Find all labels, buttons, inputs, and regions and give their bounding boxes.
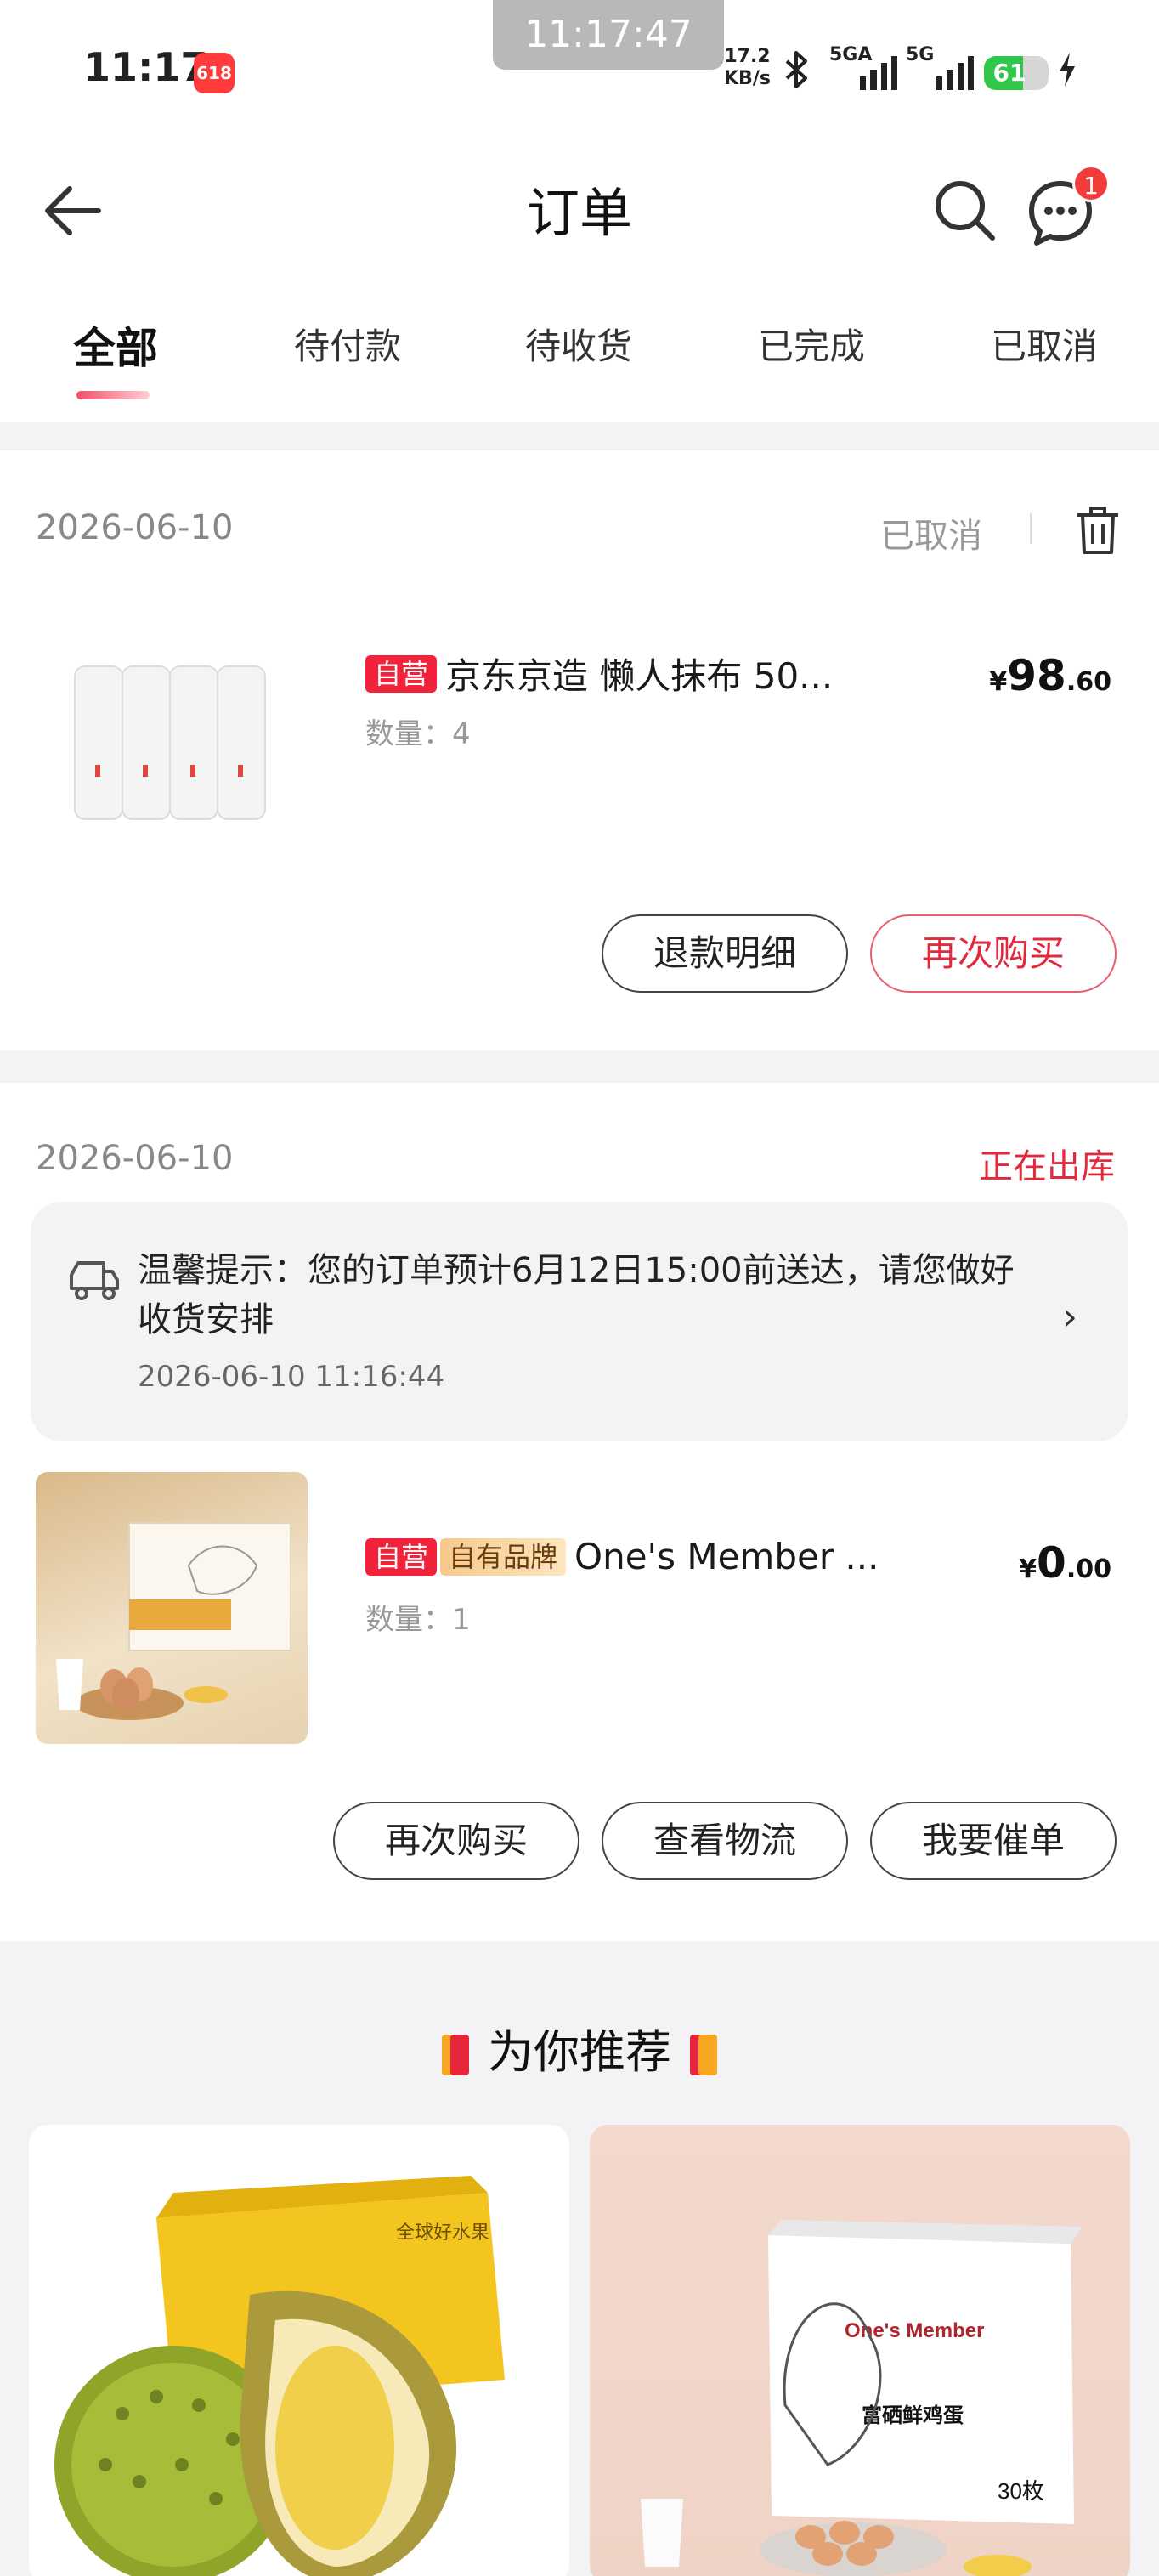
delivery-notice[interactable]: 温馨提示：您的订单预计6月12日15:00前送达，请您做好收货安排 2026-0… xyxy=(31,1202,1128,1441)
price-integer: 0 xyxy=(1037,1538,1066,1588)
order-card[interactable]: 2026-06-10 正在出库 温馨提示：您的订单预计6月12日15:00前送达… xyxy=(0,1083,1159,1941)
order-status: 正在出库 xyxy=(979,1147,1115,1186)
product-quantity: 数量：1 xyxy=(365,1603,471,1637)
tab-all[interactable]: 全部 xyxy=(73,314,158,376)
divider xyxy=(1030,513,1032,544)
eggs-count-text: 30枚 xyxy=(998,2478,1044,2504)
heading-ornament-left xyxy=(442,2035,469,2076)
status-time: 11:17 xyxy=(83,44,208,90)
recommend-item-eggs[interactable]: One's Member 富硒鲜鸡蛋 30枚 xyxy=(590,2125,1130,2576)
bluetooth-icon xyxy=(782,49,812,99)
header: 订单 1 xyxy=(0,144,1159,272)
self-operated-tag: 自营 xyxy=(365,654,438,693)
search-icon[interactable] xyxy=(928,173,999,245)
order-date: 2026-06-10 xyxy=(36,1139,234,1178)
product-name: One's Member ... xyxy=(574,1536,879,1577)
own-brand-tag: 自有品牌 xyxy=(440,1537,567,1576)
buy-again-button[interactable]: 再次购买 xyxy=(333,1802,580,1880)
tab-completed[interactable]: 已完成 xyxy=(758,318,865,370)
product-image-eggs[interactable] xyxy=(36,1472,308,1744)
chevron-right-icon: › xyxy=(1062,1295,1077,1339)
eggs-brand-text: One's Member xyxy=(845,2319,984,2342)
overlay-clock: 11:17:47 xyxy=(493,0,724,70)
refund-details-button[interactable]: 退款明细 xyxy=(602,914,848,993)
notice-time: 2026-06-10 11:16:44 xyxy=(138,1360,445,1394)
durian-box-text: 全球好水果 xyxy=(396,2222,489,2243)
heading-ornament-right xyxy=(690,2035,717,2076)
tab-pending-receipt[interactable]: 待收货 xyxy=(525,318,632,370)
status-bar: 11:17 618 11:17:47 17.2 KB/s 5GA 5G 61 xyxy=(0,0,1159,144)
price-currency: ¥ xyxy=(1019,1554,1037,1584)
order-status: 已取消 xyxy=(880,517,982,556)
urge-order-button[interactable]: 我要催单 xyxy=(870,1802,1117,1880)
product-name: 京东京造 懒人抹布 50... xyxy=(445,655,834,697)
product-price: ¥0.00 xyxy=(1019,1538,1111,1588)
price-decimal: .00 xyxy=(1066,1554,1111,1584)
product-quantity: 数量：4 xyxy=(365,717,471,751)
view-logistics-button[interactable]: 查看物流 xyxy=(602,1802,848,1880)
trash-icon[interactable] xyxy=(1072,503,1123,558)
recommend-heading: 为你推荐 xyxy=(0,2014,1159,2081)
tab-cancelled[interactable]: 已取消 xyxy=(991,318,1098,370)
app-618-icon: 618 xyxy=(194,53,235,93)
battery-icon: 61 xyxy=(984,56,1049,90)
signal-5ga-label: 5GA xyxy=(829,44,873,65)
recommend-title: 为你推荐 xyxy=(488,2025,671,2079)
signal-5ga-icon: 5GA xyxy=(829,44,898,90)
order-card[interactable]: 2026-06-10 已取消 自营 京东京造 懒人抹布 50... 数量：4 ¥9… xyxy=(0,450,1159,1050)
eggs-box-image: One's Member 富硒鲜鸡蛋 30枚 xyxy=(641,2220,1083,2576)
network-speed-unit: KB/s xyxy=(724,68,771,89)
active-tab-indicator xyxy=(76,391,150,399)
network-speed-value: 17.2 xyxy=(724,46,771,67)
price-currency: ¥ xyxy=(989,667,1008,697)
price-integer: 98 xyxy=(1007,651,1066,700)
signal-5g-icon: 5G xyxy=(906,44,975,90)
buy-again-button[interactable]: 再次购买 xyxy=(870,914,1117,993)
self-operated-tag: 自营 xyxy=(365,1537,438,1576)
order-tabs: 全部 待付款 待收货 已完成 已取消 xyxy=(0,272,1159,422)
tab-pending-payment[interactable]: 待付款 xyxy=(294,318,401,370)
delivery-truck-icon xyxy=(70,1261,119,1300)
product-title[interactable]: 自营 自有品牌 One's Member ... xyxy=(365,1533,884,1577)
recommend-item-durian[interactable]: 全球好水果 xyxy=(29,2125,569,2576)
order-date: 2026-06-10 xyxy=(36,508,234,547)
durian-image: 全球好水果 xyxy=(54,2176,505,2576)
price-decimal: .60 xyxy=(1066,667,1111,697)
eggs-product-text: 富硒鲜鸡蛋 xyxy=(862,2403,964,2427)
product-image-mop[interactable] xyxy=(36,612,282,858)
signal-5g-label: 5G xyxy=(906,44,935,65)
notice-text: 温馨提示：您的订单预计6月12日15:00前送达，请您做好收货安排 xyxy=(138,1251,1015,1339)
product-title[interactable]: 自营 京东京造 懒人抹布 50... xyxy=(365,648,858,699)
network-speed: 17.2 KB/s xyxy=(724,46,771,90)
battery-value: 61 xyxy=(992,59,1026,87)
product-price: ¥98.60 xyxy=(989,651,1111,700)
message-count-badge: 1 xyxy=(1072,165,1110,202)
charging-icon xyxy=(1057,51,1077,97)
